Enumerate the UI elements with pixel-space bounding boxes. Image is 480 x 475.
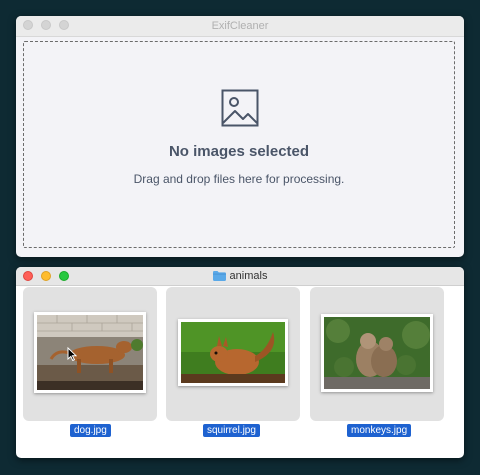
finder-window: animals dog.jpg squirrel.jpg monkeys.jpg (16, 267, 464, 458)
close-button[interactable] (23, 20, 33, 30)
window-title: ExifCleaner (211, 20, 269, 32)
finder-title: animals (212, 267, 268, 285)
file-item-dog[interactable] (23, 287, 157, 421)
zoom-button[interactable] (59, 20, 69, 30)
empty-state-heading: No images selected (168, 143, 310, 160)
file-name-squirrel[interactable]: squirrel.jpg (203, 424, 260, 437)
exifcleaner-titlebar[interactable]: ExifCleaner (16, 16, 464, 37)
file-item-squirrel[interactable] (166, 287, 300, 421)
image-placeholder-icon (221, 89, 259, 127)
finder-zoom-button[interactable] (59, 271, 69, 281)
finder-titlebar[interactable]: animals (16, 267, 464, 286)
exifcleaner-window: ExifCleaner No images selected Drag and … (16, 16, 464, 257)
file-item-monkeys[interactable] (310, 287, 444, 421)
monkeys-photo (324, 317, 430, 389)
finder-window-controls (23, 271, 69, 281)
mouse-pointer-icon (67, 347, 77, 361)
finder-close-button[interactable] (23, 271, 33, 281)
empty-state-subtext: Drag and drop files here for processing. (133, 172, 345, 186)
folder-name: animals (229, 270, 268, 282)
minimize-button[interactable] (41, 20, 51, 30)
file-name-dog[interactable]: dog.jpg (70, 424, 111, 437)
file-name-monkeys[interactable]: monkeys.jpg (347, 424, 412, 437)
squirrel-photo (181, 322, 285, 383)
drop-zone[interactable]: No images selected Drag and drop files h… (23, 41, 455, 248)
thumbnail-monkeys (321, 314, 433, 392)
thumbnail-dog (34, 312, 146, 393)
finder-minimize-button[interactable] (41, 271, 51, 281)
folder-icon (212, 271, 226, 281)
dog-photo (37, 315, 143, 390)
window-controls (23, 20, 69, 30)
thumbnail-squirrel (178, 319, 288, 386)
